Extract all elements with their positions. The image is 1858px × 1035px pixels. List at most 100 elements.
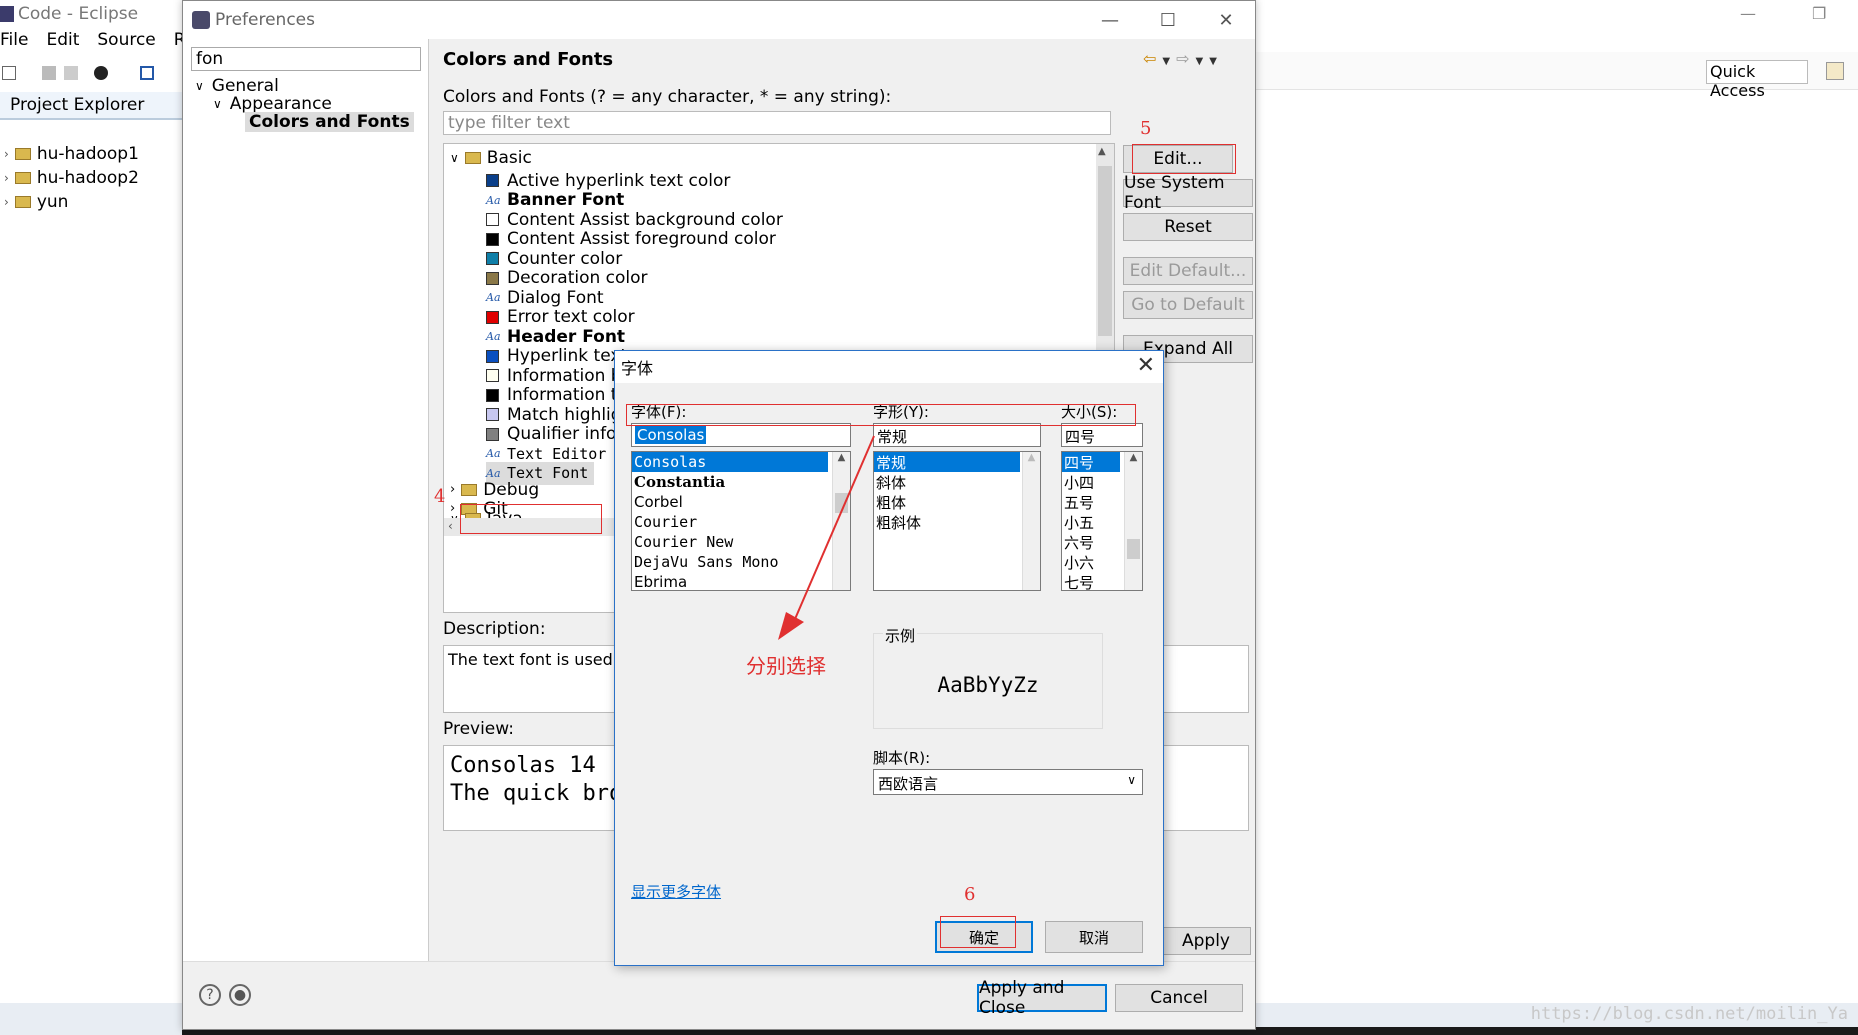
back-dropdown-icon[interactable]: ▼ [1162,56,1176,67]
page-subtitle: Colors and Fonts (? = any character, * =… [443,87,892,107]
scroll-up-icon[interactable]: ▲ [1098,146,1106,157]
project-label: hu-hadoop2 [36,168,139,188]
font-icon: Aa [486,291,501,304]
project-item-hu-hadoop1[interactable]: › hu-hadoop1 [4,142,139,166]
eclipse-restore-button[interactable]: ❐ [1812,4,1826,23]
chevron-down-icon[interactable]: ∨ [213,97,222,111]
script-value: 西欧语言 [878,775,939,793]
group-label: Basic [486,147,532,168]
use-system-font-button[interactable]: Use System Font [1123,173,1253,213]
color-swatch-icon [486,232,499,246]
tree-item-label: Banner Font [507,190,625,210]
eclipse-toolbar [0,60,182,88]
category-folder-icon [461,483,478,496]
chevron-right-icon[interactable]: › [450,482,455,497]
script-select[interactable]: 西欧语言 ∨ [873,769,1143,795]
edit-default-button[interactable]: Edit Default... [1123,257,1253,285]
menu-source[interactable]: Source [97,30,155,56]
chevron-right-icon[interactable]: › [4,195,9,209]
sample-text: AaBbYyZz [937,673,1039,697]
vertical-scroll-thumb[interactable] [1098,166,1112,336]
color-swatch-icon [486,427,499,441]
view-menu-icon[interactable]: ▼ [1209,56,1223,67]
quick-access-input[interactable]: Quick Access [1706,60,1808,100]
save-icon[interactable] [42,66,56,80]
tree-item-label: Dialog Font [507,287,604,308]
perspective-icon[interactable] [1826,62,1844,80]
show-more-fonts-link[interactable]: 显示更多字体 [631,881,721,902]
import-export-icon[interactable]: ● [229,984,251,1006]
style-item[interactable]: 常规 [874,452,1020,472]
minimize-button[interactable]: — [1081,1,1139,39]
style-list-scrollbar[interactable]: ▲ [1022,452,1040,590]
eclipse-title: Code - Eclipse [18,4,139,24]
style-item[interactable]: 斜体 [874,472,1040,492]
arrow-shaft [791,435,875,627]
color-swatch-icon [486,174,499,187]
tree-label: Colors and Fonts [245,112,414,132]
apply-button[interactable]: Apply [1161,927,1251,955]
tree-item-label: Error text color [507,307,635,327]
close-button[interactable]: ✕ [1197,1,1255,39]
font-style-input[interactable]: 常规 [873,423,1041,447]
scroll-up-icon[interactable]: ▲ [1023,452,1040,463]
go-to-default-button[interactable]: Go to Default [1123,291,1253,319]
eclipse-title-bar: Code - Eclipse [0,0,138,28]
maximize-button[interactable]: ☐ [1139,1,1197,39]
forward-arrow-icon[interactable]: ⇨ [1176,49,1195,68]
project-folder-icon [14,148,31,160]
preferences-filter-input[interactable]: fon [191,47,421,71]
menu-edit[interactable]: Edit [46,30,79,56]
back-arrow-icon[interactable]: ⇦ [1143,49,1162,68]
scroll-up-icon[interactable]: ▲ [1125,452,1142,463]
eclipse-minimize-button[interactable]: — [1740,4,1756,23]
scroll-thumb[interactable] [1127,539,1140,559]
color-swatch-icon [486,310,499,324]
annotation-box-edit [1132,144,1236,174]
project-item-yun[interactable]: › yun [4,190,68,214]
annotation-number-5: 5 [1140,118,1152,139]
run-icon[interactable] [94,66,108,80]
color-swatch-icon [486,271,499,285]
annotation-arrow [778,435,875,640]
chevron-right-icon[interactable]: › [4,171,9,185]
size-list-scrollbar[interactable]: ▲ [1124,452,1142,590]
chevron-right-icon[interactable]: › [4,147,9,161]
new-icon[interactable] [2,66,16,80]
project-label: yun [36,192,69,212]
chevron-down-icon[interactable]: ∨ [450,151,459,165]
font-size-input[interactable]: 四号 [1061,423,1143,447]
reset-button[interactable]: Reset [1123,213,1253,241]
console-icon[interactable] [140,66,154,80]
tree-group-basic[interactable]: ∨ Basic [450,146,532,169]
size-item[interactable]: 四号 [1062,452,1120,472]
style-item[interactable]: 粗斜体 [874,512,1040,532]
close-icon[interactable]: ✕ [1137,353,1155,378]
help-icon[interactable]: ? [199,984,221,1006]
page-navigation: ⇦▼⇨▼▼ [1143,49,1223,68]
preferences-icon [192,11,210,29]
font-icon: Aa [486,193,501,207]
font-size-list[interactable]: 四号 小四 五号 小五 六号 小六 七号 ▲ [1061,451,1143,591]
tree-item-label: Content Assist background color [507,209,783,230]
eclipse-logo-icon [0,6,14,22]
menu-file[interactable]: File [0,30,28,56]
forward-dropdown-icon[interactable]: ▼ [1196,56,1210,67]
tree-item-label: Active hyperlink text color [507,170,731,191]
scroll-left-icon[interactable]: ‹ [448,519,453,533]
type-filter-input[interactable]: type filter text [443,111,1111,135]
description-label: Description: [443,619,546,639]
preferences-tree-panel: fon ∨ General ∨ Appearance Colors and Fo… [183,39,429,961]
save-all-icon[interactable] [64,66,78,80]
chevron-down-icon[interactable]: ∨ [195,79,204,93]
project-item-hu-hadoop2[interactable]: › hu-hadoop2 [4,166,139,190]
chevron-down-icon[interactable]: ∨ [1127,773,1136,787]
style-item[interactable]: 粗体 [874,492,1040,512]
font-cancel-button[interactable]: 取消 [1045,921,1143,953]
font-style-list[interactable]: 常规 斜体 粗体 粗斜体 ▲ [873,451,1041,591]
tree-item-colors-and-fonts[interactable]: Colors and Fonts [245,111,414,133]
project-explorer-label: Project Explorer [10,95,145,115]
apply-and-close-button[interactable]: Apply and Close [977,978,1107,1018]
cancel-button[interactable]: Cancel [1115,984,1243,1012]
project-explorer-tab[interactable]: Project Explorer [0,92,182,120]
